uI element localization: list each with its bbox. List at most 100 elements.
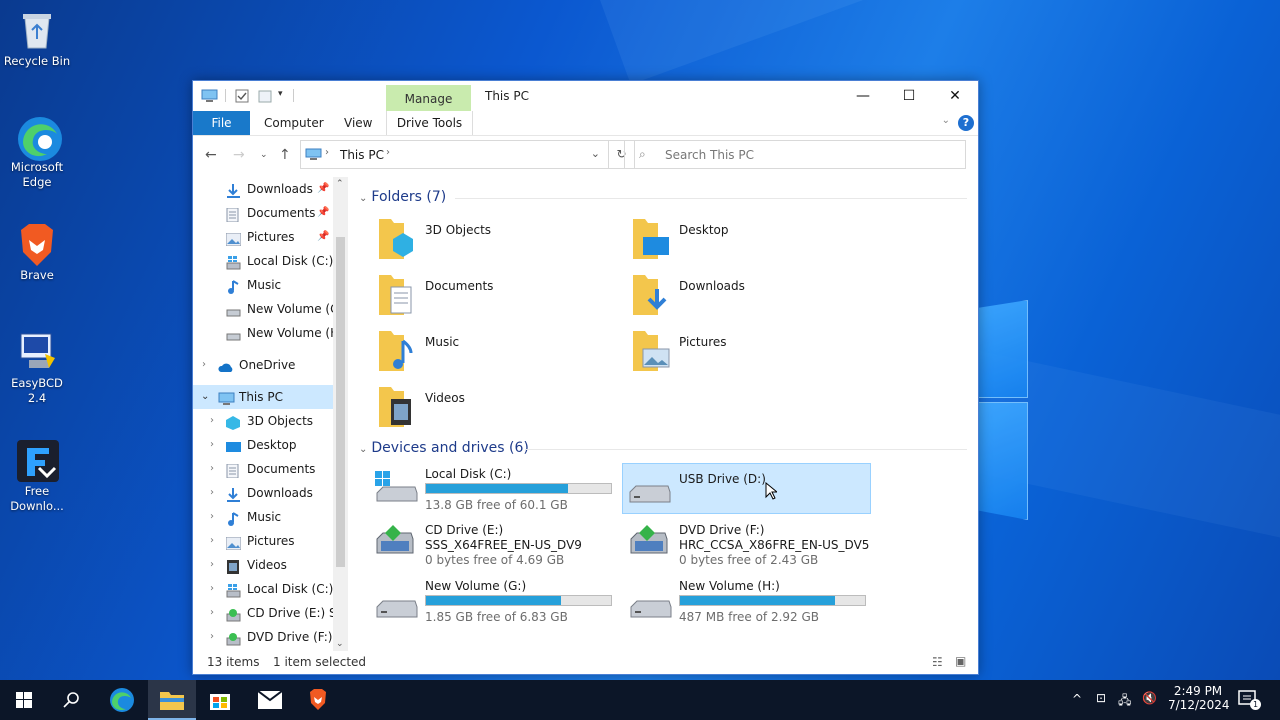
expand-chevron-icon[interactable]: ›: [210, 601, 214, 625]
tab-drive-tools[interactable]: Drive Tools: [386, 111, 473, 135]
tab-view[interactable]: View: [344, 111, 372, 135]
folder-3d-objects[interactable]: 3D Objects: [353, 217, 603, 267]
desktop-icon-free-download-manager[interactable]: Free Downlo...: [2, 438, 72, 514]
network-icon[interactable]: 🖧: [1118, 691, 1131, 712]
search-button[interactable]: [48, 680, 96, 720]
back-arrow-icon[interactable]: ←: [205, 147, 217, 163]
nav-pane-scrollbar[interactable]: ⌃ ⌄: [333, 177, 348, 651]
expand-chevron-icon[interactable]: ›: [210, 481, 214, 505]
folder-music[interactable]: Music: [353, 329, 603, 379]
new-folder-icon[interactable]: [258, 89, 272, 103]
nav-item-music[interactable]: Music: [193, 273, 333, 297]
taskbar-mail[interactable]: [246, 680, 294, 720]
nav-item-local-disk-c[interactable]: Local Disk (C:): [193, 249, 333, 273]
folders-group-header[interactable]: ⌄ Folders (7): [359, 189, 446, 205]
nav-item-new-volume-g[interactable]: New Volume (G:: [193, 297, 333, 321]
taskbar-edge[interactable]: [98, 680, 146, 720]
drive-new-volume-g[interactable]: New Volume (G:) 1.85 GB free of 6.83 GB: [373, 577, 623, 629]
collapse-chevron-icon[interactable]: ⌄: [359, 444, 367, 455]
drive-usb-d[interactable]: USB Drive (D:): [622, 463, 871, 514]
nav-item-documents[interactable]: Documents 📌: [193, 201, 333, 225]
up-arrow-icon[interactable]: ↑: [279, 147, 291, 163]
nav-item-new-volume-h[interactable]: New Volume (H:: [193, 321, 333, 345]
pictures-icon: [225, 534, 242, 551]
tab-file[interactable]: File: [193, 111, 250, 135]
folder-downloads[interactable]: Downloads: [607, 273, 857, 323]
forward-arrow-icon[interactable]: →: [233, 147, 245, 163]
show-hidden-icons-chevron-icon[interactable]: ^: [1072, 692, 1082, 706]
expand-chevron-icon[interactable]: ›: [202, 353, 206, 377]
tab-computer[interactable]: Computer: [264, 111, 324, 135]
drive-dvd-f[interactable]: DVD Drive (F:) HRC_CCSA_X86FRE_EN-US_DV5…: [627, 521, 877, 573]
taskbar-brave[interactable]: [294, 680, 342, 720]
expand-chevron-icon[interactable]: ›: [210, 553, 214, 577]
help-icon[interactable]: ?: [958, 115, 974, 131]
properties-icon[interactable]: [235, 89, 249, 103]
action-center-icon[interactable]: 1: [1238, 689, 1261, 712]
nav-item-music-pc[interactable]: › Music: [193, 505, 333, 529]
nav-item-documents-pc[interactable]: › Documents: [193, 457, 333, 481]
chevron-right-icon[interactable]: ›: [386, 147, 390, 158]
nav-item-desktop[interactable]: › Desktop: [193, 433, 333, 457]
taskbar-store[interactable]: [196, 680, 244, 720]
nav-item-downloads[interactable]: Downloads 📌: [193, 177, 333, 201]
collapse-chevron-icon[interactable]: ⌄: [201, 385, 209, 409]
expand-chevron-icon[interactable]: ›: [210, 505, 214, 529]
chevron-right-icon[interactable]: ›: [325, 147, 329, 158]
expand-chevron-icon[interactable]: ›: [210, 457, 214, 481]
expand-ribbon-icon[interactable]: ⌄: [942, 115, 950, 126]
minimize-button[interactable]: —: [840, 81, 886, 111]
nav-item-cd-drive-e[interactable]: › CD Drive (E:) SSS: [193, 601, 333, 625]
desktop-icon-brave[interactable]: Brave: [2, 222, 72, 283]
address-field[interactable]: › This PC › ⌄: [300, 140, 609, 169]
clock[interactable]: 2:49 PM 7/12/2024: [1168, 684, 1230, 712]
details-view-icon[interactable]: ☷: [932, 655, 943, 669]
nav-item-this-pc[interactable]: ⌄ This PC: [193, 385, 333, 409]
folder-documents[interactable]: Documents: [353, 273, 603, 323]
start-button[interactable]: [0, 680, 48, 720]
close-button[interactable]: ✕: [932, 81, 978, 111]
expand-chevron-icon[interactable]: ›: [210, 625, 214, 649]
large-icons-view-icon[interactable]: ▣: [955, 654, 966, 668]
scroll-down-icon[interactable]: ⌄: [336, 639, 344, 649]
expand-chevron-icon[interactable]: ›: [210, 433, 214, 457]
taskbar-file-explorer[interactable]: [148, 680, 196, 720]
nav-item-videos[interactable]: › Videos: [193, 553, 333, 577]
pin-icon[interactable]: 📌: [317, 225, 329, 249]
scrollbar-thumb[interactable]: [336, 237, 345, 567]
address-segment-this-pc[interactable]: This PC: [340, 148, 384, 162]
desktop-icon-easybcd[interactable]: EasyBCD 2.4: [2, 330, 72, 406]
pin-icon[interactable]: 📌: [317, 177, 329, 201]
drive-local-disk-c[interactable]: Local Disk (C:) 13.8 GB free of 60.1 GB: [373, 465, 623, 517]
tab-manage[interactable]: Manage: [386, 85, 471, 111]
nav-item-pictures[interactable]: Pictures 📌: [193, 225, 333, 249]
folder-desktop[interactable]: Desktop: [607, 217, 857, 267]
devices-group-header[interactable]: ⌄ Devices and drives (6): [359, 440, 529, 456]
nav-item-onedrive[interactable]: › OneDrive: [193, 353, 333, 377]
music-icon: [226, 278, 241, 294]
pin-icon[interactable]: 📌: [317, 201, 329, 225]
nav-item-local-disk-c-pc[interactable]: › Local Disk (C:): [193, 577, 333, 601]
folder-videos[interactable]: Videos: [353, 385, 603, 435]
drive-cd-e[interactable]: CD Drive (E:) SSS_X64FREE_EN-US_DV9 0 by…: [373, 521, 623, 573]
nav-item-dvd-drive-f[interactable]: › DVD Drive (F:) H: [193, 625, 333, 649]
expand-chevron-icon[interactable]: ›: [210, 529, 214, 553]
address-dropdown-icon[interactable]: ⌄: [591, 147, 600, 160]
scroll-up-icon[interactable]: ⌃: [336, 179, 344, 189]
nav-item-3d-objects[interactable]: › 3D Objects: [193, 409, 333, 433]
expand-chevron-icon[interactable]: ›: [210, 577, 214, 601]
maximize-button[interactable]: ☐: [886, 81, 932, 111]
expand-chevron-icon[interactable]: ›: [210, 409, 214, 433]
nav-item-downloads-pc[interactable]: › Downloads: [193, 481, 333, 505]
desktop-icon-edge[interactable]: Microsoft Edge: [2, 114, 72, 190]
recent-locations-icon[interactable]: ⌄: [260, 150, 268, 160]
nav-item-pictures-pc[interactable]: › Pictures: [193, 529, 333, 553]
folder-pictures[interactable]: Pictures: [607, 329, 857, 379]
desktop-icon-recycle-bin[interactable]: Recycle Bin: [2, 8, 72, 69]
search-input[interactable]: ⌕ Search This PC: [624, 140, 966, 169]
collapse-chevron-icon[interactable]: ⌄: [359, 193, 367, 204]
meet-now-icon[interactable]: ⊡: [1096, 691, 1106, 705]
drive-new-volume-h[interactable]: New Volume (H:) 487 MB free of 2.92 GB: [627, 577, 877, 629]
customize-quick-access-icon[interactable]: ▾: [278, 89, 292, 102]
volume-muted-icon[interactable]: 🔇: [1142, 691, 1157, 705]
